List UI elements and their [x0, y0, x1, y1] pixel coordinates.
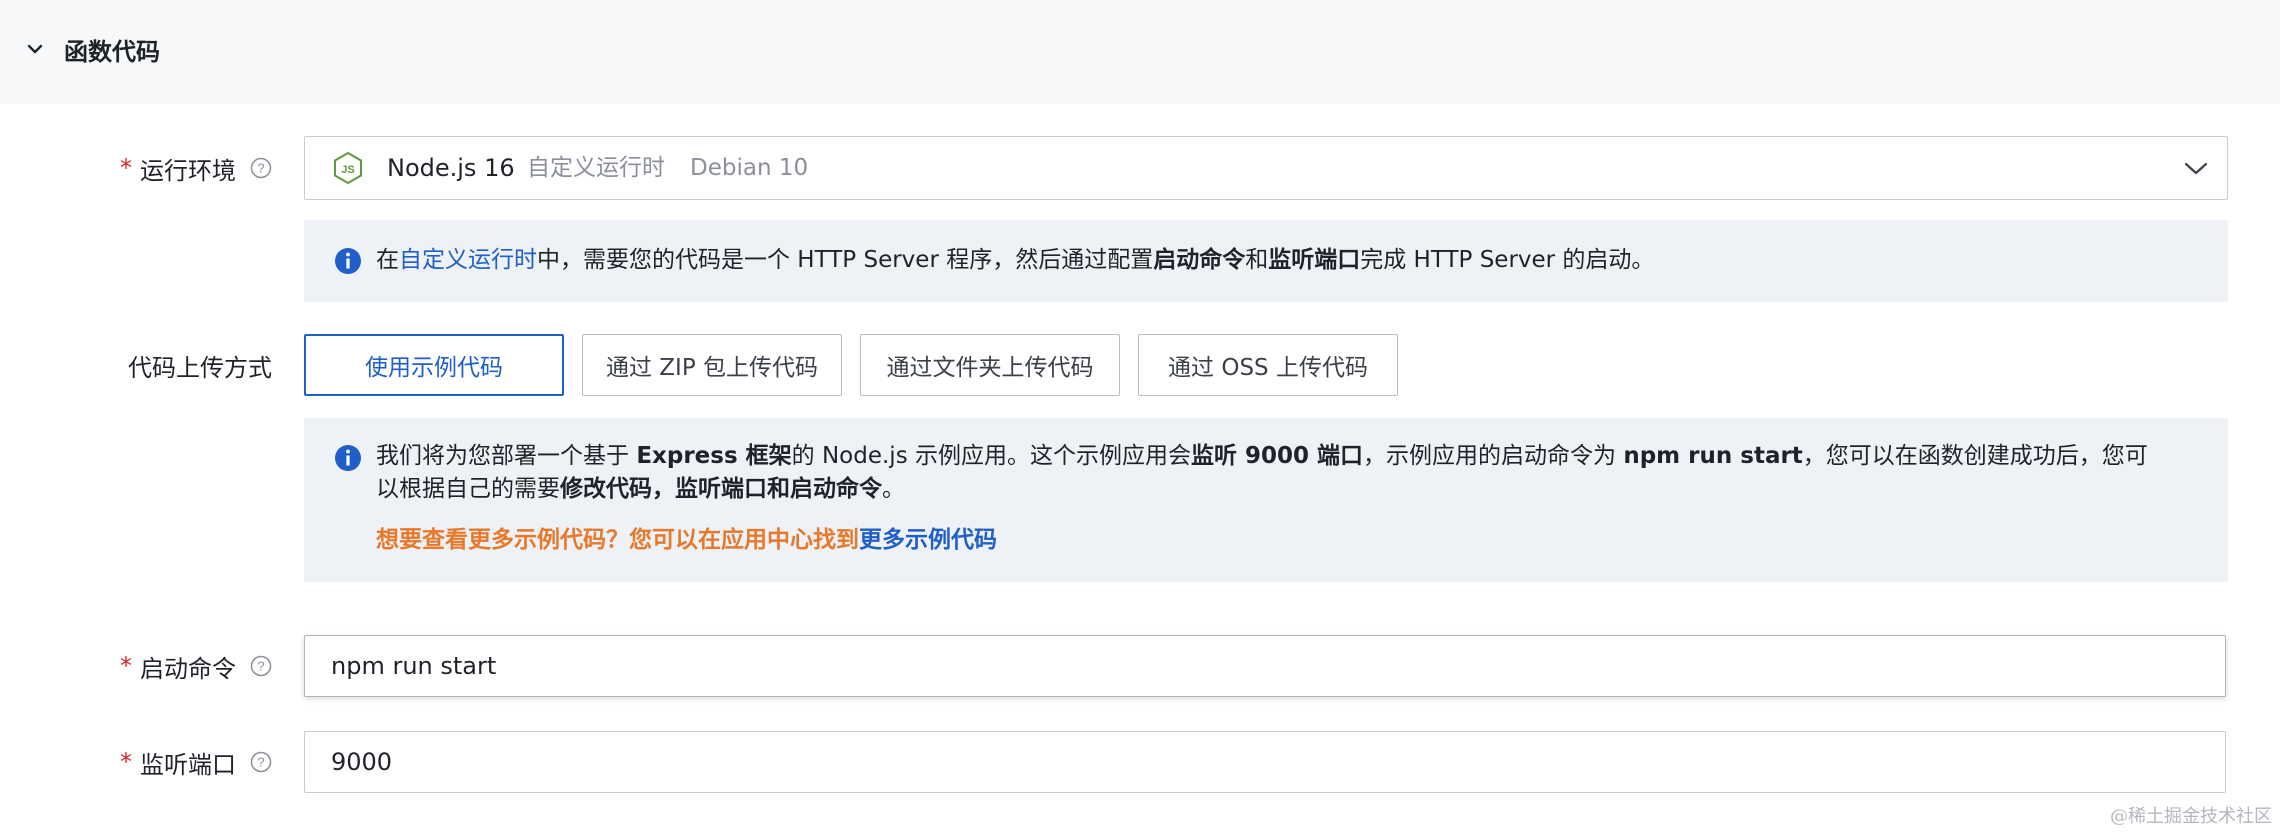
info-text-part: 的 Node.js 示例应用。这个示例应用会: [791, 443, 1191, 469]
info-text-part: 以根据自己的需要: [376, 476, 560, 502]
watermark: @稀土掘金技术社区: [2110, 806, 2272, 827]
section-header[interactable]: 函数代码: [0, 0, 2280, 104]
upload-option-oss[interactable]: 通过 OSS 上传代码: [1138, 334, 1398, 396]
listen-port-label-row: * 监听端口 ?: [0, 742, 272, 782]
start-command-label-row: * 启动命令 ?: [0, 646, 272, 686]
info-text-part: 完成 HTTP Server 的启动。: [1360, 247, 1655, 273]
upload-label-row: 代码上传方式: [0, 345, 272, 385]
runtime-selected-os: Debian 10: [690, 155, 809, 181]
runtime-selected-name: Node.js 16: [387, 154, 515, 182]
upload-option-folder[interactable]: 通过文件夹上传代码: [860, 334, 1120, 396]
listen-port-input[interactable]: 9000: [304, 731, 2226, 793]
nodejs-icon: JS: [334, 151, 362, 185]
info-text-part: 在: [376, 247, 399, 273]
more-samples-prompt: 想要查看更多示例代码？您可以在应用中心找到: [376, 527, 859, 553]
svg-text:?: ?: [257, 161, 264, 176]
info-text-bold: 监听端口: [1268, 247, 1361, 273]
required-mark: *: [120, 748, 132, 776]
runtime-info-text: 在自定义运行时中，需要您的代码是一个 HTTP Server 程序，然后通过配置…: [376, 244, 1654, 277]
upload-option-sample[interactable]: 使用示例代码: [304, 334, 564, 396]
upload-option-zip[interactable]: 通过 ZIP 包上传代码: [582, 334, 842, 396]
runtime-selected-type: 自定义运行时: [527, 155, 665, 181]
runtime-label-row: * 运行环境 ?: [0, 148, 272, 188]
runtime-select[interactable]: JS Node.js 16 自定义运行时 Debian 10: [304, 136, 2228, 200]
required-mark: *: [120, 154, 132, 182]
info-text-part: 。: [882, 476, 905, 502]
info-text-bold: npm run start: [1623, 443, 1803, 469]
sample-info-line2: 以根据自己的需要修改代码，监听端口和启动命令。: [376, 473, 905, 506]
section-title: 函数代码: [64, 38, 160, 66]
info-text-bold: 监听 9000 端口: [1191, 443, 1364, 469]
sample-info-line1: 我们将为您部署一个基于 Express 框架的 Node.js 示例应用。这个示…: [376, 440, 2148, 473]
more-samples-link[interactable]: 更多示例代码: [859, 527, 997, 553]
info-text-part: ，示例应用的启动命令为: [1363, 443, 1624, 469]
help-icon[interactable]: ?: [250, 751, 272, 773]
info-icon: [335, 248, 361, 274]
start-command-label: 启动命令: [140, 654, 236, 683]
info-text-part: 和: [1245, 247, 1269, 273]
info-text-part: 中，需要您的代码是一个 HTTP Server 程序，然后通过配置: [537, 247, 1154, 273]
info-text-part: ，您可以在函数创建成功后，您可: [1802, 443, 2148, 469]
chevron-down-icon[interactable]: [26, 40, 44, 58]
required-mark: *: [120, 652, 132, 680]
upload-label: 代码上传方式: [128, 353, 272, 382]
runtime-info-box: 在自定义运行时中，需要您的代码是一个 HTTP Server 程序，然后通过配置…: [304, 220, 2228, 302]
more-samples-line: 想要查看更多示例代码？您可以在应用中心找到更多示例代码: [376, 524, 997, 557]
svg-text:?: ?: [257, 659, 264, 674]
info-text-bold: Express 框架: [636, 443, 792, 469]
info-text-part: 我们将为您部署一个基于: [376, 443, 637, 469]
runtime-label: 运行环境: [140, 156, 236, 185]
sample-info-box: 我们将为您部署一个基于 Express 框架的 Node.js 示例应用。这个示…: [304, 418, 2228, 582]
svg-text:JS: JS: [341, 164, 354, 176]
help-icon[interactable]: ?: [250, 655, 272, 677]
start-command-input[interactable]: npm run start: [304, 635, 2226, 697]
info-text-bold: 修改代码，监听端口和启动命令: [560, 476, 882, 502]
info-text-bold: 启动命令: [1153, 247, 1246, 273]
custom-runtime-link[interactable]: 自定义运行时: [399, 247, 537, 273]
listen-port-label: 监听端口: [140, 750, 236, 779]
svg-text:?: ?: [257, 755, 264, 770]
help-icon[interactable]: ?: [250, 157, 272, 179]
chevron-down-icon[interactable]: [2183, 157, 2209, 179]
info-icon: [335, 445, 361, 471]
